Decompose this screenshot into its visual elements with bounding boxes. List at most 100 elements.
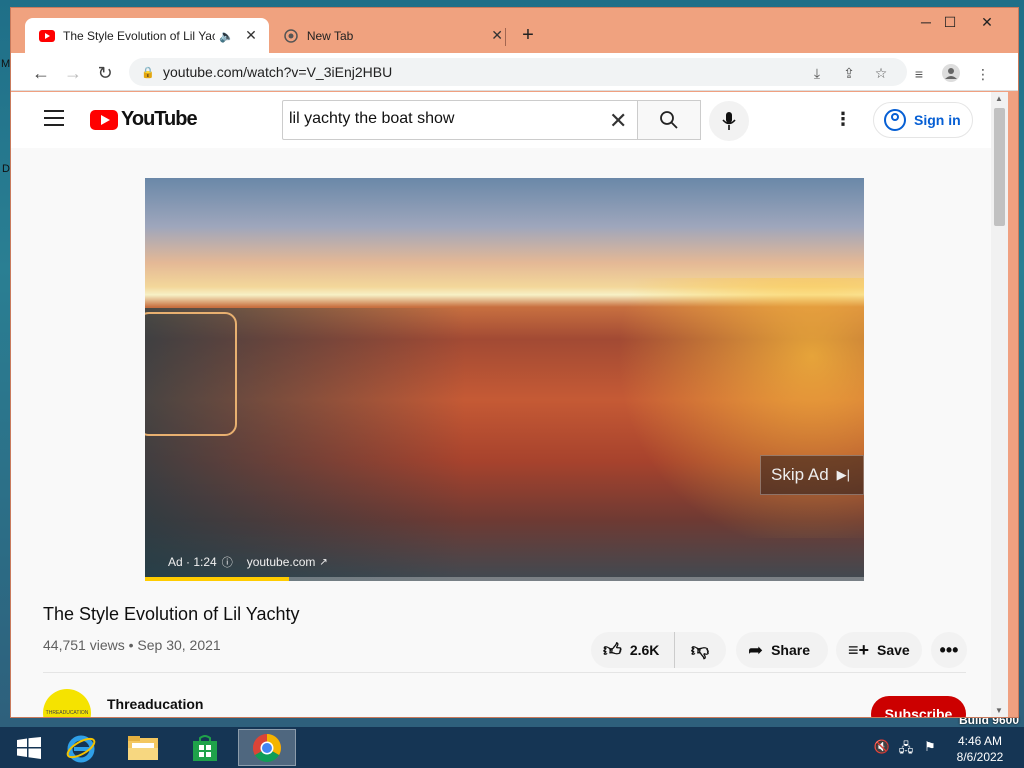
taskbar-clock[interactable]: 4:46 AM 8/6/2022 <box>952 733 1008 765</box>
sign-in-button[interactable]: Sign in <box>873 102 973 138</box>
internet-explorer-icon <box>66 735 96 762</box>
share-page-icon[interactable]: ⇪ <box>839 63 859 83</box>
channel-name[interactable]: Threaducation <box>107 696 203 712</box>
video-frame-glow <box>604 278 864 538</box>
chrome-menu-icon[interactable]: ⋮ <box>973 64 993 84</box>
youtube-header: YouTube ✕ ⋮ Sign in <box>11 92 991 148</box>
internet-explorer-taskbar-button[interactable] <box>52 729 110 766</box>
skip-ad-button[interactable]: Skip Ad ▶| <box>760 455 864 495</box>
account-circle-icon <box>884 109 906 131</box>
voice-search-button[interactable] <box>709 101 749 141</box>
forward-arrow-icon[interactable]: → <box>61 61 85 85</box>
skip-ad-label: Skip Ad <box>771 465 829 484</box>
chrome-taskbar-button[interactable] <box>238 729 296 766</box>
bookmark-star-icon[interactable]: ☆ <box>871 63 891 83</box>
volume-muted-icon[interactable]: 🔇 <box>873 739 891 757</box>
skip-next-icon: ▶| <box>836 467 851 482</box>
new-tab-button[interactable]: + <box>517 24 539 46</box>
youtube-favicon-icon <box>39 28 55 44</box>
install-app-icon[interactable]: ⤓ <box>807 63 827 83</box>
youtube-logo[interactable]: YouTube <box>90 108 198 131</box>
youtube-page: YouTube ✕ ⋮ Sign in Skip Ad <box>11 92 991 717</box>
store-bag-icon <box>193 734 217 761</box>
video-player[interactable]: Skip Ad ▶| Ad · 1:24 ⓘ youtube.com ↗ <box>145 178 864 581</box>
search-input[interactable] <box>289 110 589 128</box>
microphone-icon <box>722 112 736 130</box>
ad-progress-fill <box>145 577 289 581</box>
search-box[interactable]: ✕ <box>282 100 638 140</box>
lock-icon[interactable]: 🔒 <box>141 66 155 79</box>
maximize-button[interactable]: ☐ <box>935 12 965 32</box>
hamburger-menu-icon[interactable] <box>44 110 64 126</box>
profile-avatar-icon[interactable] <box>941 64 961 84</box>
youtube-play-logo-icon <box>90 109 118 130</box>
title-bar: The Style Evolution of Lil Yachty 🔈 ✕ Ne… <box>11 8 1018 53</box>
dislike-button[interactable]: 👎︎ <box>675 639 725 661</box>
start-button[interactable] <box>0 729 58 766</box>
share-arrow-icon: ➦ <box>748 639 764 660</box>
windows-taskbar: 🔇 🖧 ⚑ 4:46 AM 8/6/2022 <box>0 727 1024 768</box>
clock-time: 4:46 AM <box>957 734 1003 748</box>
clear-search-icon[interactable]: ✕ <box>609 108 627 134</box>
folder-icon <box>128 735 158 760</box>
divider <box>43 672 966 673</box>
browser-toolbar: ← → ↻ 🔒 youtube.com/watch?v=V_3iEnj2HBU … <box>11 53 1018 91</box>
chrome-favicon-icon <box>283 28 299 44</box>
video-meta: 44,751 views • Sep 30, 2021 <box>43 637 221 653</box>
close-tab-icon[interactable]: ✕ <box>489 27 505 44</box>
save-button[interactable]: ≡+ Save <box>836 632 922 668</box>
scroll-up-arrow-icon[interactable]: ▲ <box>995 94 1003 103</box>
save-label: Save <box>877 642 910 658</box>
back-arrow-icon[interactable]: ← <box>29 61 53 85</box>
subscribe-button[interactable]: Subscribe <box>871 696 966 717</box>
browser-window: The Style Evolution of Lil Yachty 🔈 ✕ Ne… <box>10 7 1019 718</box>
tab-youtube-video[interactable]: The Style Evolution of Lil Yachty 🔈 ✕ <box>25 18 269 53</box>
tab-separator <box>505 28 506 46</box>
ad-domain-link[interactable]: youtube.com <box>247 555 316 569</box>
close-tab-icon[interactable]: ✕ <box>243 27 259 44</box>
desktop-edge-label: D <box>2 163 10 175</box>
playlist-add-icon: ≡+ <box>848 639 870 660</box>
desktop-edge-label: M <box>1 58 11 70</box>
share-button[interactable]: ➦ Share <box>736 632 828 668</box>
tab-title: The Style Evolution of Lil Yachty <box>63 28 215 43</box>
address-bar[interactable]: 🔒 youtube.com/watch?v=V_3iEnj2HBU ⤓ ⇪ ☆ <box>129 58 907 86</box>
close-window-button[interactable]: ✕ <box>972 12 1002 32</box>
clock-date: 8/6/2022 <box>956 750 1004 764</box>
share-label: Share <box>771 642 811 658</box>
tab-title: New Tab <box>306 28 354 43</box>
search-button[interactable] <box>637 100 701 140</box>
file-explorer-taskbar-button[interactable] <box>114 729 172 766</box>
channel-avatar[interactable]: THREADUCATION <box>43 689 91 717</box>
like-count: 2.6K <box>629 642 660 658</box>
scroll-thumb[interactable] <box>994 108 1005 226</box>
tab-new-tab[interactable]: New Tab ✕ <box>269 18 505 53</box>
action-center-flag-icon[interactable]: ⚑ <box>921 739 939 757</box>
video-frame-overlay-box <box>145 312 237 436</box>
url-text: youtube.com/watch?v=V_3iEnj2HBU <box>163 64 393 80</box>
network-icon[interactable]: 🖧 <box>897 739 915 757</box>
like-button[interactable]: 👍︎ 2.6K <box>591 632 675 668</box>
external-link-icon: ↗ <box>319 556 328 568</box>
more-horizontal-icon: ••• <box>939 639 959 660</box>
speaker-icon[interactable]: 🔈 <box>219 29 235 43</box>
channel-avatar-text: THREADUCATION <box>45 710 89 716</box>
search-icon <box>660 111 678 129</box>
chrome-icon <box>253 733 281 762</box>
ad-progress-bar[interactable] <box>145 577 864 581</box>
scroll-down-arrow-icon[interactable]: ▼ <box>995 706 1003 715</box>
media-control-icon[interactable]: ≡ <box>909 64 929 84</box>
ad-info-icon[interactable]: ⓘ <box>222 554 233 570</box>
settings-more-icon[interactable]: ⋮ <box>833 109 853 133</box>
thumbs-down-icon: 👎︎ <box>690 640 710 660</box>
more-actions-button[interactable]: ••• <box>931 632 967 668</box>
like-dislike-group: 👍︎ 2.6K 👎︎ <box>591 632 726 668</box>
ad-info: Ad · 1:24 ⓘ youtube.com ↗ <box>168 554 328 570</box>
video-title: The Style Evolution of Lil Yachty <box>43 604 300 624</box>
reload-icon[interactable]: ↻ <box>93 61 117 85</box>
thumbs-up-icon: 👍︎ <box>603 640 622 660</box>
page-scrollbar[interactable]: ▲ ▼ <box>991 92 1008 717</box>
store-taskbar-button[interactable] <box>176 729 234 766</box>
youtube-wordmark: YouTube <box>121 108 198 130</box>
ad-time: Ad · 1:24 <box>168 555 217 569</box>
